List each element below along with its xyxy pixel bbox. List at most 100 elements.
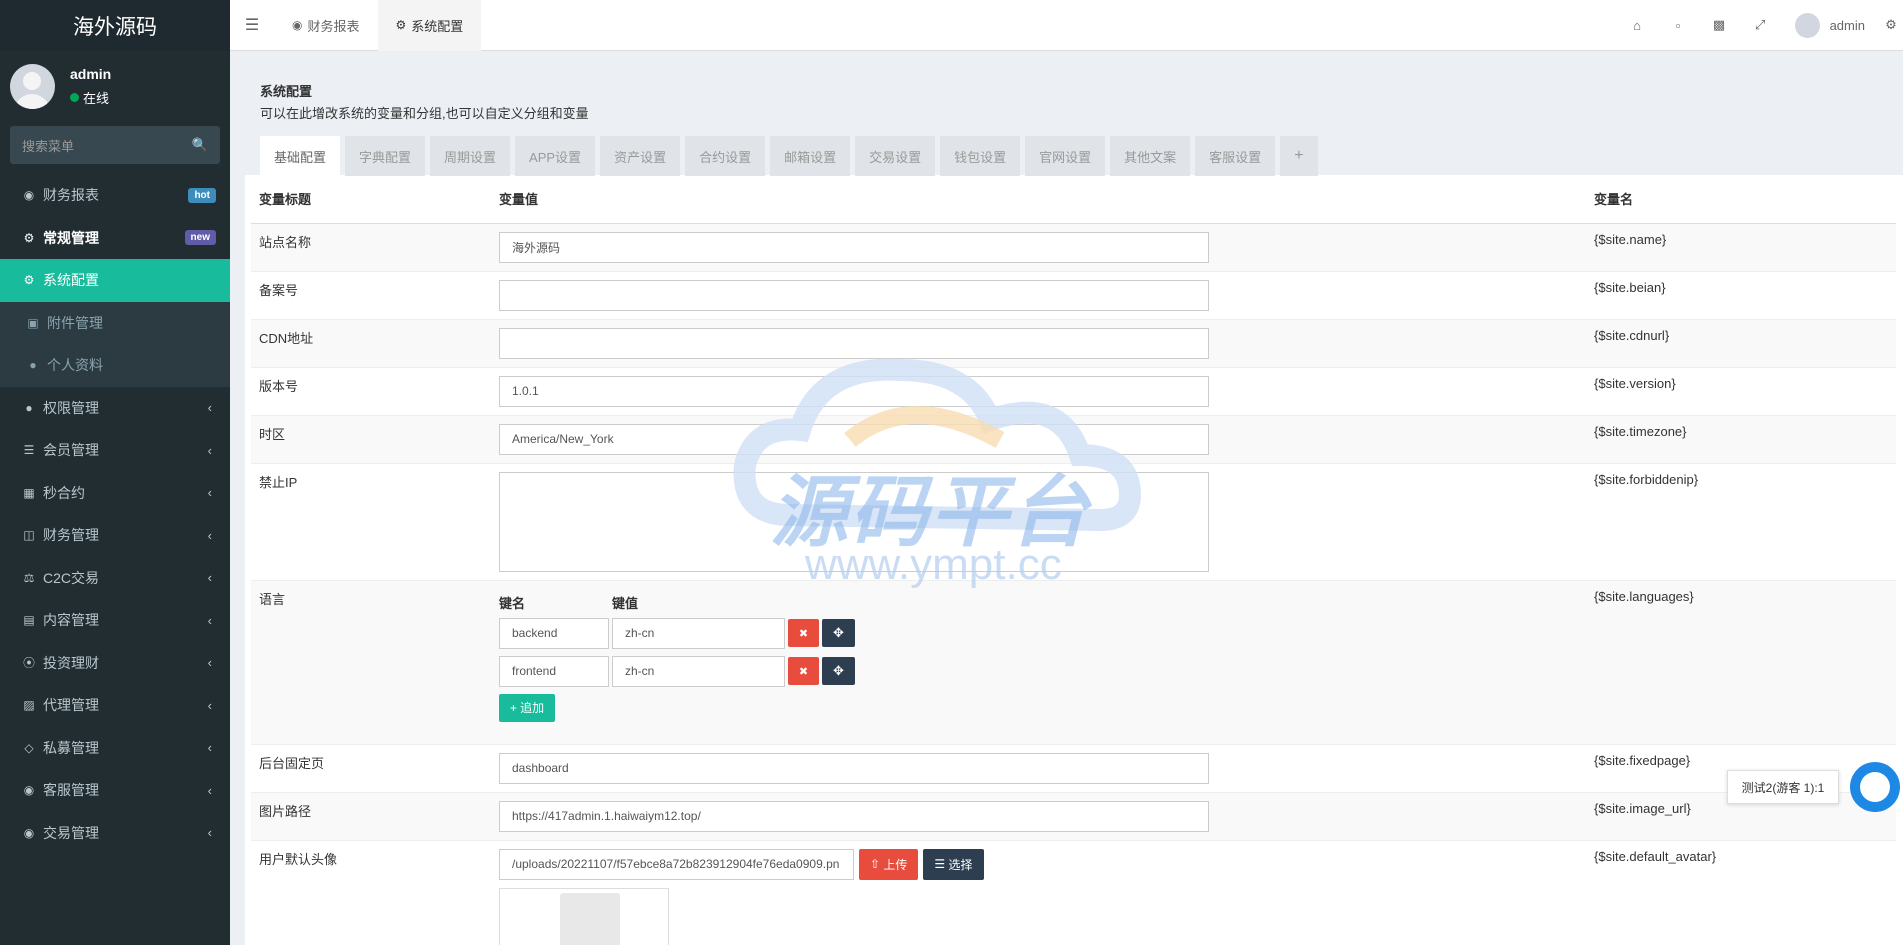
row-var: {$site.languages}: [1586, 579, 1896, 744]
append-button[interactable]: + 追加: [499, 693, 555, 722]
remove-button[interactable]: ✖: [788, 619, 819, 647]
cog-icon: ⚙: [395, 18, 407, 32]
menu-toggle-icon[interactable]: ☰: [230, 15, 274, 35]
sidebar-item-profile[interactable]: ● 个人资料: [0, 344, 230, 387]
online-dot-icon: [70, 93, 79, 102]
sidebar-item-content[interactable]: ▤ 内容管理 ‹: [0, 599, 230, 642]
sidebar-item-permissions[interactable]: ● 权限管理 ‹: [0, 387, 230, 430]
sidebar-item-system-config[interactable]: ⚙ 系统配置: [0, 259, 230, 302]
home-icon[interactable]: ⌂: [1617, 18, 1658, 33]
tab-finance-report[interactable]: ◉ 财务报表: [274, 0, 378, 51]
logo[interactable]: 海外源码: [0, 0, 230, 51]
beian-input[interactable]: [499, 279, 1209, 311]
tab-other-text[interactable]: 其他文案: [1110, 136, 1191, 176]
search-icon[interactable]: 🔍: [192, 137, 208, 153]
key-input[interactable]: backend: [499, 617, 609, 649]
cogs-icon: ⚙: [23, 230, 35, 245]
key-input[interactable]: frontend: [499, 655, 609, 687]
sidebar-item-label: 附件管理: [47, 314, 103, 331]
trash-icon[interactable]: ▫: [1658, 18, 1699, 33]
avatar-thumbnail[interactable]: [499, 887, 669, 945]
chat-tooltip[interactable]: 测试2(游客 1):1: [1727, 770, 1839, 804]
tab-wallet[interactable]: 钱包设置: [940, 136, 1021, 176]
table-row: 版本号 1.0.1 {$site.version}: [251, 366, 1896, 415]
chevron-left-icon: ‹: [207, 655, 212, 671]
tab-website[interactable]: 官网设置: [1025, 136, 1106, 176]
table-row: 图片路径 https://417admin.1.haiwaiym12.top/ …: [251, 791, 1896, 840]
sidebar-item-label: 财务报表: [43, 187, 99, 204]
chevron-left-icon: ‹: [207, 485, 212, 501]
sidebar-item-label: 个人资料: [47, 357, 103, 374]
tab-dictionary[interactable]: 字典配置: [345, 136, 426, 176]
top-avatar: [1794, 12, 1820, 38]
search-input[interactable]: 搜索菜单 🔍: [10, 126, 220, 164]
hot-badge: hot: [188, 187, 216, 203]
forbidden-ip-textarea[interactable]: [499, 471, 1209, 572]
default-avatar-input[interactable]: /uploads/20221107/f57ebce8a72b823912904f…: [499, 848, 854, 880]
value-input[interactable]: zh-cn: [612, 617, 785, 649]
tab-label: 财务报表: [307, 18, 360, 34]
tab-app[interactable]: APP设置: [515, 136, 596, 176]
sidebar-item-label: 会员管理: [43, 442, 99, 459]
translate-icon[interactable]: ▩: [1699, 17, 1740, 33]
sidebar-item-support[interactable]: ◉ 客服管理 ‹: [0, 769, 230, 812]
site-name-input[interactable]: 海外源码: [499, 231, 1209, 263]
sidebar-item-label: 投资理财: [43, 654, 99, 671]
cdn-input[interactable]: [499, 327, 1209, 359]
row-title: 图片路径: [251, 791, 491, 840]
database-icon: ◫: [23, 528, 35, 543]
chat-button[interactable]: [1850, 762, 1900, 812]
chevron-left-icon: ‹: [207, 825, 212, 841]
sidebar-item-private-fund[interactable]: ◇ 私募管理 ‹: [0, 727, 230, 770]
config-table: 变量标题 变量值 变量名 站点名称 海外源码 {$site.name} 备案号 …: [251, 175, 1896, 945]
table-row: CDN地址 {$site.cdnurl}: [251, 318, 1896, 367]
sidebar-item-invest[interactable]: ⦿ 投资理财 ‹: [0, 642, 230, 685]
upload-button[interactable]: ⇧ 上传: [859, 848, 919, 880]
row-var: {$site.name}: [1586, 222, 1896, 271]
sidebar-item-attachments[interactable]: ▣ 附件管理: [0, 301, 230, 344]
avatar: [10, 64, 55, 109]
panel-heading: 系统配置 可以在此增改系统的变量和分组,也可以自定义分组和变量 基础配置 字典配…: [245, 66, 1903, 176]
tab-trade[interactable]: 交易设置: [855, 136, 936, 176]
sidebar-item-trade[interactable]: ◉ 交易管理 ‹: [0, 812, 230, 855]
tab-contract[interactable]: 合约设置: [685, 136, 766, 176]
file-icon: [560, 892, 620, 945]
sidebar-item-c2c[interactable]: ⚖ C2C交易 ‹: [0, 557, 230, 600]
select-label: 选择: [948, 857, 973, 872]
tab-basic[interactable]: 基础配置: [260, 136, 341, 176]
sidebar-item-seconds-contract[interactable]: ▦ 秒合约 ‹: [0, 472, 230, 515]
table-row: 时区 America/New_York {$site.timezone}: [251, 414, 1896, 463]
value-input[interactable]: zh-cn: [612, 655, 785, 687]
header-name: 变量名: [1586, 175, 1896, 224]
timezone-input[interactable]: America/New_York: [499, 423, 1209, 455]
add-tab-button[interactable]: +: [1280, 136, 1318, 176]
sidebar-item-members[interactable]: ☰ 会员管理 ‹: [0, 429, 230, 472]
page-subtitle: 可以在此增改系统的变量和分组,也可以自定义分组和变量: [260, 106, 589, 121]
drag-handle-icon[interactable]: ✥: [822, 619, 855, 647]
compass-icon: ⦿: [22, 656, 35, 671]
sidebar-item-general[interactable]: ⚙ 常规管理 new: [0, 217, 230, 260]
version-input[interactable]: 1.0.1: [499, 375, 1209, 407]
tab-support[interactable]: 客服设置: [1195, 136, 1276, 176]
settings-icon[interactable]: ⚙: [1879, 17, 1903, 33]
sidebar-item-finance[interactable]: ◫ 财务管理 ‹: [0, 514, 230, 557]
upload-icon: ⇧: [870, 857, 884, 871]
remove-button[interactable]: ✖: [788, 657, 819, 685]
sidebar-item-finance-report[interactable]: ◉ 财务报表 hot: [0, 174, 230, 217]
search-placeholder: 搜索菜单: [22, 138, 75, 154]
fullscreen-icon[interactable]: ⤢: [1740, 17, 1781, 33]
tab-assets[interactable]: 资产设置: [600, 136, 681, 176]
top-user-menu[interactable]: admin: [1781, 12, 1879, 38]
row-title: 备案号: [251, 270, 491, 319]
fixed-page-input[interactable]: dashboard: [499, 752, 1209, 784]
sidebar-item-agent[interactable]: ▨ 代理管理 ‹: [0, 684, 230, 727]
dashboard-icon: ◉: [23, 188, 35, 203]
append-label: 追加: [520, 701, 545, 715]
drag-handle-icon[interactable]: ✥: [822, 657, 855, 685]
tab-email[interactable]: 邮箱设置: [770, 136, 851, 176]
table-row: 禁止IP {$site.forbiddenip}: [251, 462, 1896, 580]
tab-system-config[interactable]: ⚙ 系统配置: [377, 0, 482, 51]
select-button[interactable]: ☰ 选择: [923, 848, 984, 880]
tab-cycle[interactable]: 周期设置: [430, 136, 511, 176]
image-url-input[interactable]: https://417admin.1.haiwaiym12.top/: [499, 800, 1209, 832]
